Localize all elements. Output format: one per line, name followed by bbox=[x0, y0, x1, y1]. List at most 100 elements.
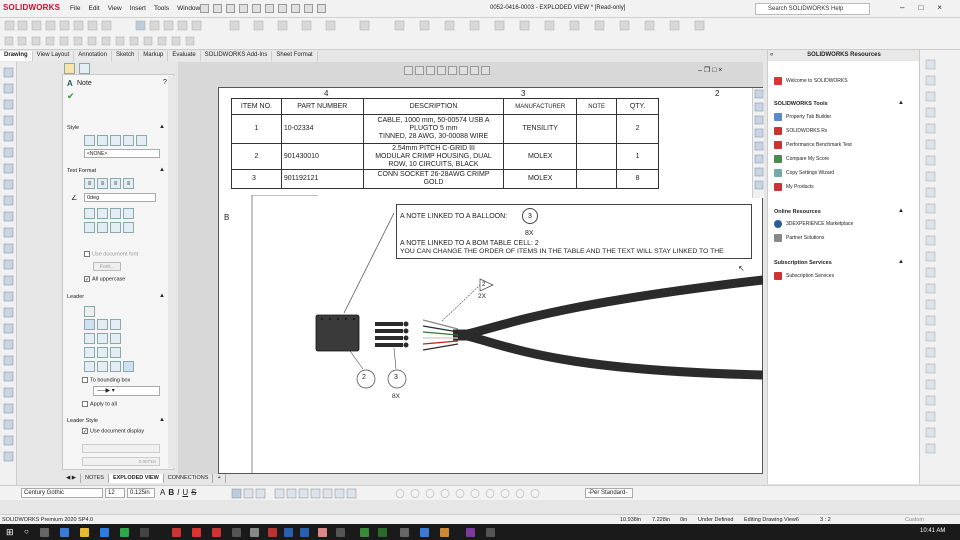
collapse-icon[interactable]: ▲ bbox=[159, 293, 165, 299]
lock-icon[interactable] bbox=[123, 208, 134, 219]
property-manager-tab-icon[interactable] bbox=[64, 63, 75, 74]
collapse-icon[interactable]: ▲ bbox=[898, 259, 904, 265]
align-justify-icon[interactable]: ≡ bbox=[123, 178, 134, 189]
task-view-icon[interactable] bbox=[40, 528, 49, 537]
print-icon[interactable] bbox=[264, 4, 274, 13]
tab-addins[interactable]: SOLIDWORKS Add-Ins bbox=[200, 51, 273, 61]
zoom-fit-icon[interactable] bbox=[404, 66, 413, 75]
new-icon[interactable] bbox=[225, 4, 235, 13]
geometric-tolerance-icon[interactable] bbox=[84, 222, 95, 233]
line-style-select[interactable] bbox=[82, 444, 160, 453]
leader-style-section-header[interactable]: Leader Style bbox=[67, 418, 98, 424]
menu-insert[interactable]: Insert bbox=[130, 5, 146, 12]
save-style-icon[interactable] bbox=[123, 135, 134, 146]
add-sheet-icon[interactable]: + bbox=[213, 474, 226, 483]
app-icon[interactable] bbox=[140, 528, 149, 537]
search-input[interactable]: Search SOLIDWORKS Help bbox=[755, 3, 870, 15]
pin-icon[interactable] bbox=[200, 4, 209, 13]
collapse-icon[interactable]: ▲ bbox=[898, 100, 904, 106]
bold-icon[interactable]: B bbox=[168, 488, 174, 497]
tool-property-tab-builder[interactable]: Property Tab Builder bbox=[774, 113, 831, 121]
leader-underline-icon[interactable] bbox=[84, 333, 95, 344]
italic-icon[interactable]: I bbox=[177, 488, 179, 497]
rotate-icon[interactable] bbox=[448, 66, 457, 75]
angle-input[interactable]: 0deg bbox=[84, 193, 156, 202]
mail-icon[interactable] bbox=[100, 528, 109, 537]
use-doc-font-checkbox[interactable]: Use document font bbox=[84, 251, 138, 257]
leader-spline-icon[interactable] bbox=[110, 319, 121, 330]
minimize-icon[interactable]: – bbox=[900, 3, 904, 12]
app3-icon[interactable] bbox=[336, 528, 345, 537]
align-right-icon[interactable]: ≡ bbox=[110, 178, 121, 189]
sheet-tab-exploded-view[interactable]: EXPLODED VIEW bbox=[108, 474, 164, 483]
feature-tree-tab-icon[interactable] bbox=[78, 63, 90, 74]
insert-hyperlink-icon[interactable] bbox=[84, 208, 95, 219]
pan-icon[interactable] bbox=[459, 66, 468, 75]
update-style-icon[interactable] bbox=[97, 135, 108, 146]
terminal-icon[interactable] bbox=[232, 528, 241, 537]
save-icon[interactable] bbox=[251, 4, 261, 13]
pdf-icon[interactable] bbox=[192, 528, 201, 537]
select-icon[interactable] bbox=[290, 4, 300, 13]
tab-sheet-format[interactable]: Sheet Format bbox=[272, 51, 318, 61]
apply-to-all-checkbox[interactable]: Apply to all bbox=[82, 401, 117, 407]
solidworks-taskbar-icon[interactable] bbox=[172, 528, 181, 537]
display-style-icon[interactable] bbox=[481, 66, 490, 75]
font-family-select[interactable]: Century Gothic bbox=[21, 488, 103, 498]
weld-symbol-icon[interactable] bbox=[110, 222, 121, 233]
table-row[interactable]: 3 901192121 CONN SOCKET 26-28AWG CRIMP GO… bbox=[231, 169, 659, 189]
solidworks2-taskbar-icon[interactable] bbox=[212, 528, 221, 537]
align-center-icon[interactable]: ≡ bbox=[97, 178, 108, 189]
align-left-icon[interactable]: ≡ bbox=[84, 178, 95, 189]
subscription-header[interactable]: Subscription Services bbox=[774, 260, 832, 266]
zoom-sheet-icon[interactable] bbox=[437, 66, 446, 75]
previous-view-icon[interactable] bbox=[426, 66, 435, 75]
leader-multi3-icon[interactable] bbox=[110, 361, 121, 372]
tools-header[interactable]: SOLIDWORKS Tools bbox=[774, 101, 828, 107]
table-row[interactable]: 1 10-02334 CABLE, 1000 mm, 50-00574 USB … bbox=[231, 114, 659, 144]
maximize-icon[interactable]: □ bbox=[918, 3, 923, 12]
app4-icon[interactable] bbox=[400, 528, 409, 537]
table-row[interactable]: 2 901430010 2.54mm PITCH C-GRID III MODUL… bbox=[231, 143, 659, 170]
add-style-icon[interactable] bbox=[84, 135, 95, 146]
collapse-icon[interactable]: ▲ bbox=[159, 167, 165, 173]
online-header[interactable]: Online Resources bbox=[774, 209, 821, 215]
windows-start-icon[interactable]: ⊞ bbox=[6, 527, 14, 538]
help-icon[interactable]: ? bbox=[163, 79, 167, 86]
line-thickness-select[interactable]: 0.0071in bbox=[82, 457, 160, 466]
style-section-header[interactable]: Style bbox=[67, 125, 79, 131]
leader-none-icon[interactable] bbox=[110, 333, 121, 344]
powerpoint-icon[interactable] bbox=[268, 528, 277, 537]
arrow-style-select[interactable]: ──▶ ▾ bbox=[93, 386, 160, 396]
menu-tools[interactable]: Tools bbox=[154, 5, 169, 12]
collapse-panel-icon[interactable]: « bbox=[770, 52, 773, 58]
outlook-icon[interactable] bbox=[420, 528, 429, 537]
bom-table[interactable]: ITEM NO. PART NUMBER DESCRIPTION MANUFAC… bbox=[231, 98, 659, 189]
chrome-icon[interactable] bbox=[120, 528, 129, 537]
leader-left-icon[interactable] bbox=[84, 347, 95, 358]
layer-select[interactable]: -Per Standard- bbox=[585, 488, 633, 498]
explorer-icon[interactable] bbox=[80, 528, 89, 537]
sheet-tab-notes[interactable]: NOTES bbox=[81, 474, 109, 483]
tool-benchmark[interactable]: Performance Benchmark Test bbox=[774, 141, 852, 149]
all-uppercase-checkbox[interactable]: ✓ All uppercase bbox=[84, 276, 125, 283]
leader-multi1-icon[interactable] bbox=[84, 361, 95, 372]
link-property-icon[interactable] bbox=[97, 208, 108, 219]
edge-icon[interactable] bbox=[60, 528, 69, 537]
underline-icon[interactable]: U bbox=[182, 488, 188, 497]
canvas-close-icon[interactable]: × bbox=[718, 67, 722, 74]
leader-attach-icon[interactable] bbox=[84, 306, 95, 317]
sheet-nav-icon[interactable]: ◀ ▶ bbox=[62, 474, 81, 483]
online-marketplace[interactable]: 3DEXPERIENCE Marketplace bbox=[774, 220, 853, 228]
text-format-section-header[interactable]: Text Format bbox=[67, 168, 96, 174]
tab-evaluate[interactable]: Evaluate bbox=[168, 51, 201, 61]
datum-icon[interactable] bbox=[123, 222, 134, 233]
leader-multi4-icon[interactable] bbox=[123, 361, 134, 372]
font-size-icon[interactable]: A bbox=[160, 488, 165, 497]
style-select[interactable]: <NONE> bbox=[84, 149, 160, 158]
app6-icon[interactable] bbox=[486, 528, 495, 537]
leader-straight-icon[interactable] bbox=[84, 319, 95, 330]
word2-icon[interactable] bbox=[300, 528, 309, 537]
leader-right-icon[interactable] bbox=[97, 347, 108, 358]
tool-solidworks-rx[interactable]: SOLIDWORKS Rx bbox=[774, 127, 827, 135]
